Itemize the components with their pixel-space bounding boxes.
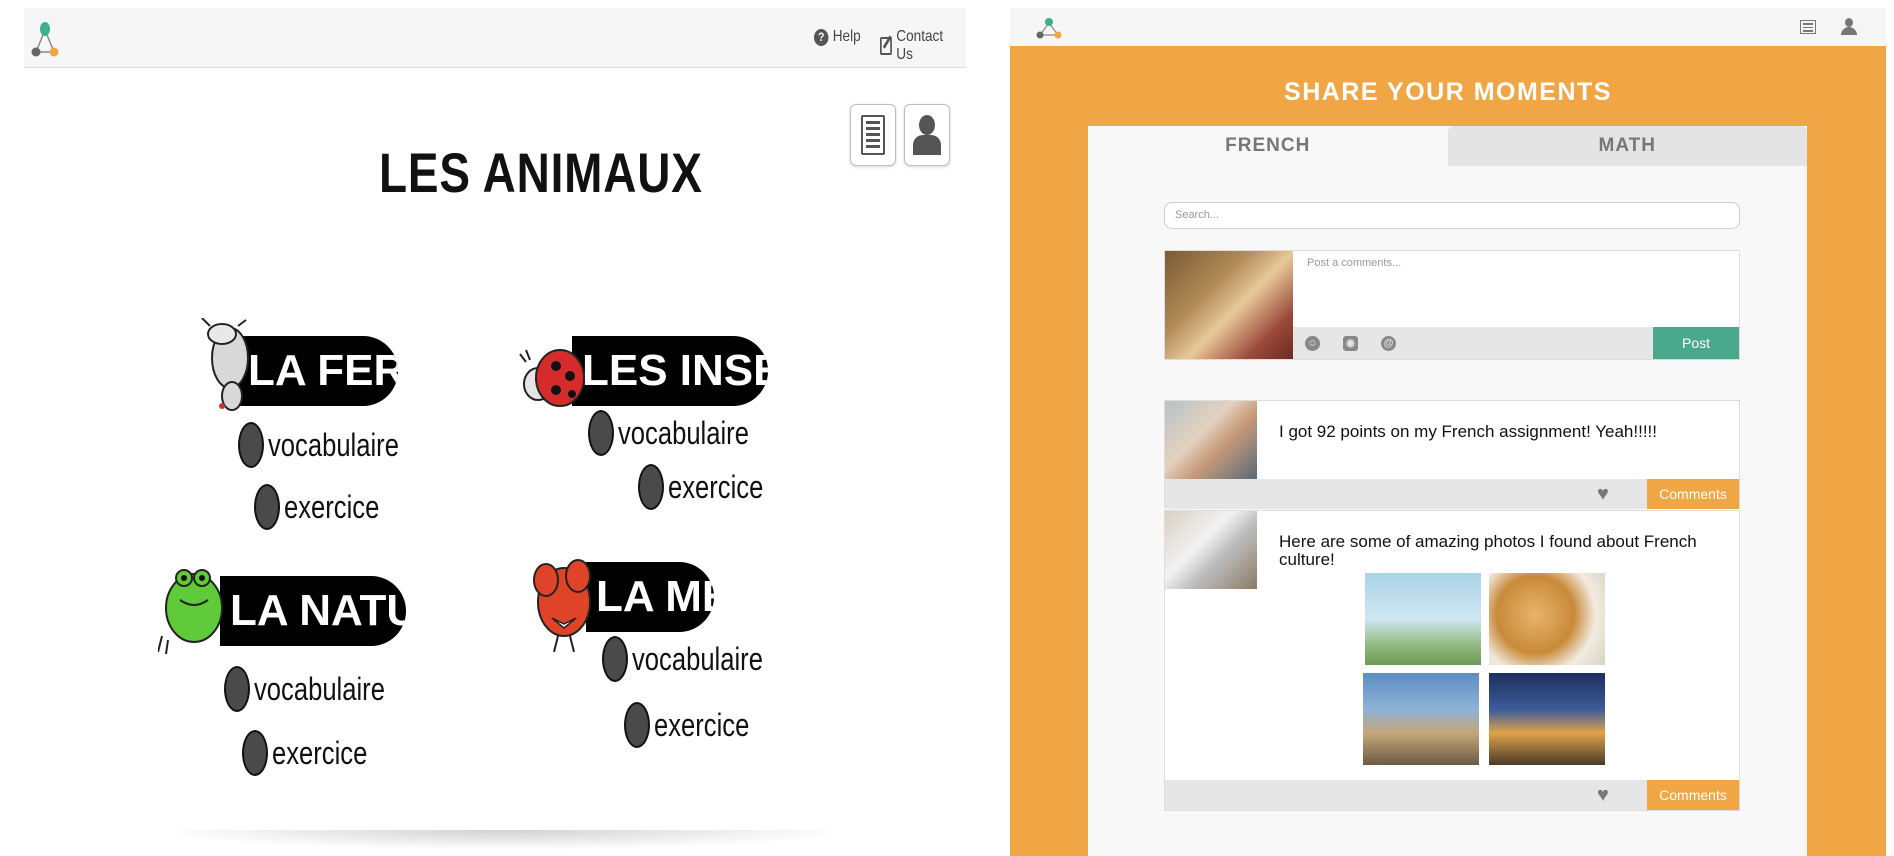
- link-label: vocabulaire: [254, 670, 385, 707]
- avatar: [1165, 511, 1257, 589]
- profile-button[interactable]: [904, 104, 950, 166]
- link-label: exercice: [654, 706, 750, 743]
- tab-french[interactable]: FRENCH: [1088, 126, 1448, 166]
- banner-la-nature[interactable]: LA NATURE: [220, 576, 406, 646]
- page-title: LES ANIMAUX: [379, 141, 703, 204]
- la-mer-vocab-link[interactable]: vocabulaire: [602, 636, 796, 682]
- photo-paris-landmarks[interactable]: [1365, 573, 1481, 665]
- subject-tabs: FRENCH MATH: [1088, 126, 1807, 166]
- les-insectes-vocab-link[interactable]: vocabulaire: [588, 410, 782, 456]
- post-composer: Post a comments... ☺ ◉ @ Post: [1164, 250, 1740, 360]
- animals-screen: ? Help Contact Us LES ANIMAUX LA FERME: [24, 8, 966, 850]
- bullet-icon: [624, 702, 650, 748]
- camera-icon[interactable]: ◉: [1343, 336, 1358, 351]
- bullet-icon: [224, 666, 250, 712]
- frog-icon: [158, 569, 223, 655]
- avatar: [1165, 401, 1257, 479]
- photo-institut-de-france[interactable]: [1363, 673, 1479, 765]
- la-ferme-exercise-link[interactable]: exercice: [254, 484, 403, 530]
- help-link[interactable]: ? Help: [814, 28, 861, 46]
- bullet-icon: [588, 410, 614, 456]
- help-icon: ?: [814, 28, 829, 46]
- list-button[interactable]: [850, 104, 896, 166]
- help-label: Help: [832, 28, 861, 45]
- banner-les-insectes[interactable]: LES INSECTES: [572, 336, 768, 406]
- person-icon[interactable]: [1840, 18, 1858, 36]
- link-label: vocabulaire: [632, 640, 763, 677]
- comments-button[interactable]: Comments: [1647, 780, 1739, 810]
- app-logo[interactable]: [30, 20, 60, 60]
- la-mer-exercise-link[interactable]: exercice: [624, 702, 773, 748]
- comments-button[interactable]: Comments: [1647, 479, 1739, 509]
- photo-bridge-night[interactable]: [1489, 673, 1605, 765]
- tab-math[interactable]: MATH: [1447, 126, 1807, 166]
- link-label: exercice: [668, 468, 764, 505]
- la-nature-exercise-link[interactable]: exercice: [242, 730, 391, 776]
- share-screen: SHARE YOUR MOMENTS FRENCH MATH Search...…: [1010, 8, 1886, 856]
- bullet-icon: [238, 422, 264, 468]
- post-button[interactable]: Post: [1653, 327, 1739, 359]
- comment-input[interactable]: Post a comments...: [1307, 257, 1401, 269]
- link-label: vocabulaire: [618, 414, 749, 451]
- ladybug-icon: [519, 349, 585, 407]
- link-label: exercice: [272, 734, 368, 771]
- edit-icon: [880, 37, 893, 55]
- post-footer: ♥ Comments: [1165, 479, 1739, 509]
- lobster-icon: [533, 559, 591, 653]
- heart-icon[interactable]: ♥: [1597, 785, 1619, 805]
- banner-la-mer[interactable]: LA MER: [586, 562, 714, 632]
- la-ferme-vocab-link[interactable]: vocabulaire: [238, 422, 432, 468]
- photo-croissants[interactable]: [1489, 573, 1605, 665]
- avatar: [1165, 251, 1293, 359]
- search-input[interactable]: Search...: [1164, 202, 1740, 229]
- feed-post: I got 92 points on my French assignment!…: [1164, 400, 1740, 509]
- les-insectes-exercise-link[interactable]: exercice: [638, 464, 787, 510]
- banner-la-ferme[interactable]: LA FERME: [238, 336, 398, 406]
- bullet-icon: [602, 636, 628, 682]
- list-icon: [861, 115, 885, 155]
- bottom-shadow: [154, 830, 854, 850]
- heart-icon[interactable]: ♥: [1597, 484, 1619, 504]
- person-icon: [913, 113, 941, 157]
- contact-label: Contact Us: [896, 28, 944, 63]
- list-icon[interactable]: [1800, 20, 1816, 34]
- bullet-icon: [242, 730, 268, 776]
- la-nature-vocab-link[interactable]: vocabulaire: [224, 666, 418, 712]
- link-label: vocabulaire: [268, 426, 399, 463]
- stage: ? Help Contact Us LES ANIMAUX LA FERME: [0, 0, 1894, 856]
- bullet-icon: [254, 484, 280, 530]
- post-text: Here are some of amazing photos I found …: [1279, 532, 1697, 569]
- post-text: I got 92 points on my French assignment!…: [1279, 422, 1658, 441]
- top-bar: ? Help Contact Us: [24, 8, 966, 68]
- page-title: SHARE YOUR MOMENTS: [1284, 78, 1612, 106]
- feed-post: Here are some of amazing photos I found …: [1164, 510, 1740, 811]
- top-bar: [1010, 8, 1886, 46]
- bullet-icon: [638, 464, 664, 510]
- feed-panel: FRENCH MATH Search... Post a comments...…: [1088, 126, 1807, 856]
- mention-icon[interactable]: @: [1381, 336, 1396, 351]
- cow-icon: [201, 318, 249, 411]
- composer-toolbar: ☺ ◉ @: [1293, 327, 1653, 359]
- emoji-icon[interactable]: ☺: [1305, 336, 1320, 351]
- contact-link[interactable]: Contact Us: [880, 28, 953, 64]
- link-label: exercice: [284, 488, 380, 525]
- app-logo[interactable]: [1034, 16, 1064, 40]
- post-footer: ♥ Comments: [1165, 780, 1739, 810]
